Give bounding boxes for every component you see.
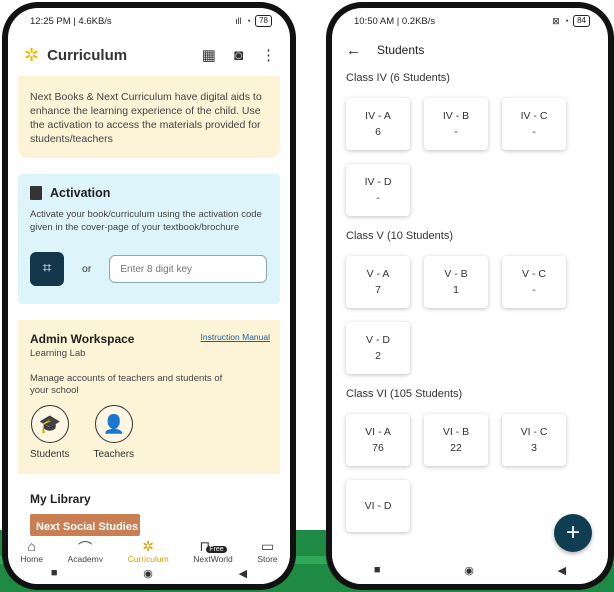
system-nav-bar: ■ ◉ ◀: [332, 556, 608, 584]
nav-academy[interactable]: ⌒ Academy: [68, 538, 103, 564]
students-label: Students: [30, 449, 70, 460]
teachers-button[interactable]: 👤 Teachers: [93, 405, 134, 460]
teachers-label: Teachers: [93, 449, 135, 460]
nav-nextworld[interactable]: ⊓Free NextWorld: [193, 538, 233, 564]
status-time: 12:25 PM | 4.6KB/s: [30, 15, 112, 27]
intro-text: Next Books & Next Curriculum have digita…: [30, 91, 262, 145]
section-tile[interactable]: IV - B-: [424, 98, 488, 150]
section-tile[interactable]: VI - B 22: [424, 414, 488, 466]
wifi-icon: ◔: [563, 16, 570, 26]
recents-icon[interactable]: ■: [374, 564, 381, 576]
graduation-cap-icon: ⌒: [78, 540, 93, 556]
left-phone: 12:25 PM | 4.6KB/s ıll ◔ 78 ✲ Curriculum…: [2, 2, 296, 590]
camera-scan-icon[interactable]: ◙: [234, 47, 243, 64]
section-tile[interactable]: V - C-: [502, 256, 566, 308]
recents-icon[interactable]: ■: [51, 567, 58, 579]
battery-icon: 84: [573, 15, 590, 27]
book-thumbnail[interactable]: Next Social Studies: [30, 514, 140, 536]
teacher-avatar-icon: 👤: [94, 405, 133, 443]
plus-icon: +: [565, 519, 580, 546]
book-icon: [30, 186, 42, 200]
students-button[interactable]: 🎓 Students: [30, 405, 69, 460]
or-label: or: [82, 263, 92, 275]
page-title: Students: [377, 43, 425, 57]
intro-card: Next Books & Next Curriculum have digita…: [18, 76, 280, 158]
wifi-icon: ◔: [245, 16, 252, 26]
add-fab-button[interactable]: +: [554, 514, 592, 552]
right-phone: 10:50 AM | 0.2KB/s ⊠ ◔ 84 ← Students Cla…: [326, 2, 614, 590]
student-avatar-icon: 🎓: [30, 405, 69, 443]
back-triangle-icon[interactable]: ◀: [239, 567, 247, 580]
status-time: 10:50 AM | 0.2KB/s: [354, 15, 436, 27]
section-tile[interactable]: IV - A6: [346, 98, 410, 150]
home-circle-icon[interactable]: ◉: [143, 567, 153, 580]
activation-title: Activation: [50, 186, 111, 200]
section-tile[interactable]: IV - C-: [502, 98, 566, 150]
curriculum-logo-icon: ✲: [24, 44, 40, 65]
nav-home[interactable]: ⌂ Home: [20, 538, 43, 564]
more-options-icon[interactable]: ⋮: [261, 46, 276, 64]
section-tile[interactable]: VI - C3: [502, 414, 566, 466]
my-library-title: My Library: [30, 492, 91, 506]
free-badge: Free: [206, 546, 227, 553]
qr-scan-icon[interactable]: ▦: [202, 46, 216, 64]
signal-icon: ıll: [235, 16, 242, 26]
section-tile[interactable]: IV - D-: [346, 164, 410, 216]
instruction-manual-link[interactable]: Instruction Manual: [201, 332, 270, 342]
back-arrow-icon[interactable]: ←: [346, 42, 361, 59]
section-tile[interactable]: V - B1: [424, 256, 488, 308]
left-screen: 12:25 PM | 4.6KB/s ıll ◔ 78 ✲ Curriculum…: [8, 8, 290, 584]
curriculum-icon: ✲: [142, 538, 154, 554]
class-header: Class V (10 Students): [346, 230, 453, 242]
admin-subtitle: Learning Lab: [30, 348, 86, 359]
section-tile[interactable]: V - A7: [346, 256, 410, 308]
home-icon: ⌂: [27, 538, 36, 554]
activation-key-input[interactable]: [109, 255, 268, 283]
status-bar: 10:50 AM | 0.2KB/s ⊠ ◔ 84: [332, 8, 608, 34]
section-tile[interactable]: VI - A 76: [346, 414, 410, 466]
activation-card: Activation Activate your book/curriculum…: [18, 174, 280, 304]
sim-icon: ⊠: [552, 15, 560, 26]
store-icon: ▭: [260, 538, 275, 554]
qr-scan-button[interactable]: ⌗: [30, 252, 64, 286]
status-bar: 12:25 PM | 4.6KB/s ıll ◔ 78: [8, 8, 290, 34]
battery-icon: 78: [255, 15, 272, 27]
activation-desc: Activate your book/curriculum using the …: [30, 209, 262, 233]
page-title: Curriculum: [47, 46, 128, 64]
section-tile[interactable]: V - D2: [346, 322, 410, 374]
admin-desc: Manage accounts of teachers and students…: [30, 373, 223, 396]
section-tile[interactable]: VI - D: [346, 480, 410, 532]
class-header: Class VI (105 Students): [346, 388, 463, 400]
nav-store[interactable]: ▭ Store: [257, 538, 277, 564]
app-bar: ← Students: [332, 34, 608, 66]
book-title: Next Social Studies: [36, 521, 139, 533]
back-triangle-icon[interactable]: ◀: [558, 564, 566, 577]
admin-workspace-card: Admin Workspace Learning Lab Instruction…: [18, 320, 280, 474]
qr-code-icon: ⌗: [42, 260, 52, 277]
admin-title: Admin Workspace: [30, 332, 135, 346]
right-screen: 10:50 AM | 0.2KB/s ⊠ ◔ 84 ← Students Cla…: [332, 8, 608, 584]
class-list: Class IV (6 Students) IV - A6 IV - B- IV…: [332, 72, 608, 532]
app-bar: ✲ Curriculum ▦ ◙ ⋮: [8, 34, 290, 76]
class-header: Class IV (6 Students): [346, 72, 450, 84]
home-circle-icon[interactable]: ◉: [464, 564, 474, 577]
system-nav-bar: ■ ◉ ◀: [8, 562, 290, 584]
